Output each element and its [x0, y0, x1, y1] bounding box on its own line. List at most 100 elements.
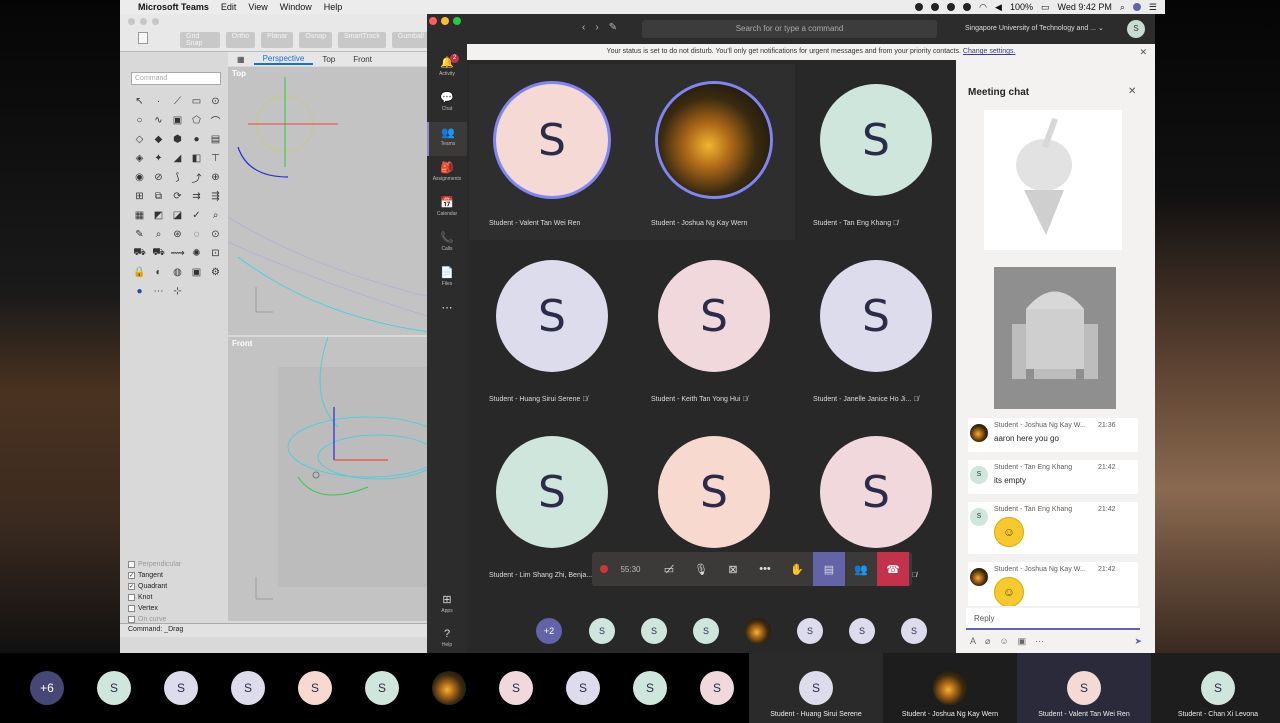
lock-tool-icon[interactable]: 🔒 [130, 263, 149, 282]
mesh-tool-icon[interactable]: ◈ [130, 149, 149, 168]
move-tool-icon[interactable]: ⇶ [206, 187, 225, 206]
strip-avatar[interactable]: S [97, 671, 131, 705]
options-tool-icon[interactable]: ⋯ [149, 282, 168, 301]
show-chat-icon[interactable]: ▤ [813, 552, 845, 586]
format-icon[interactable]: A [970, 636, 976, 647]
strip-avatar[interactable]: S [700, 671, 734, 705]
cylinder-tool-icon[interactable]: ▤ [206, 130, 225, 149]
more-participants-badge[interactable]: +2 [536, 617, 562, 644]
select-tool-icon[interactable]: ↖ [130, 92, 149, 111]
strip-avatar[interactable]: S [499, 671, 533, 705]
mode-planar[interactable]: Planar [261, 32, 294, 48]
strip-participant-tile[interactable]: S Student - Chan Xi Levona [1151, 653, 1280, 723]
fillet-tool-icon[interactable]: ⌒ [206, 111, 225, 130]
osnap-perpendicular[interactable]: Perpendicular [128, 559, 228, 570]
participant-tile[interactable]: S Student - Janelle Janice Ho Ji... 🎙̸ [793, 240, 957, 416]
strip-avatar[interactable] [432, 671, 466, 705]
participant-tile[interactable]: S Student - Valent Tan Wei Ren [469, 64, 633, 240]
checkbox[interactable]: ✓ [128, 583, 135, 590]
mode-ortho[interactable]: Ortho [225, 32, 256, 48]
viewport-top[interactable]: Top [228, 67, 430, 335]
osnap-knot[interactable]: Knot [128, 592, 228, 603]
dim-tool-icon[interactable]: ◉ [130, 168, 149, 187]
wifi-icon[interactable]: ◠ [979, 2, 987, 13]
mode-gumball[interactable]: Gumball [391, 32, 430, 48]
rail-assignments[interactable]: 🎒 Assignments [427, 157, 467, 191]
rail-bell[interactable]: 🔔 Activity 2 [427, 52, 467, 86]
overflow-avatar[interactable]: S [901, 617, 927, 644]
split-tool-icon[interactable]: ⊘ [149, 168, 168, 187]
strip-avatar[interactable]: S [231, 671, 265, 705]
osnap-vertex[interactable]: Vertex [128, 603, 228, 614]
more-actions-icon[interactable]: ••• [749, 552, 781, 586]
chat-message[interactable]: Student - Joshua Ng Kay W... 21:42 ☺ [968, 562, 1138, 606]
siri-icon[interactable] [1132, 3, 1141, 11]
spotlight-icon[interactable]: ⌕ [1120, 2, 1125, 13]
strip-avatar[interactable]: S [633, 671, 667, 705]
rhino-zoom-dot[interactable] [152, 18, 159, 25]
raise-hand-icon[interactable]: ✋ [781, 552, 813, 586]
light-tool-icon[interactable]: ✺ [187, 244, 206, 263]
menu-window[interactable]: Window [280, 2, 312, 12]
more-options-icon[interactable]: ⋯ [1035, 636, 1044, 647]
shared-image-robot[interactable] [984, 264, 1122, 410]
shell-tool-icon[interactable]: ◧ [187, 149, 206, 168]
lens-tool-icon[interactable]: ⊙ [206, 225, 225, 244]
material-tool-icon[interactable]: ◐ [149, 263, 168, 282]
circle-tool-icon[interactable]: ○ [130, 111, 149, 130]
user-avatar[interactable]: S [1127, 20, 1145, 38]
trim-tool-icon[interactable]: ⟆ [168, 168, 187, 187]
forward-arrow-icon[interactable]: › [595, 22, 598, 33]
teams-zoom-dot[interactable] [453, 17, 461, 25]
microphone-icon[interactable]: 🎙 [685, 552, 717, 586]
zoom-tool-icon[interactable]: ⊙ [206, 92, 225, 111]
menu-help[interactable]: Help [324, 2, 343, 12]
battery-icon[interactable]: ▭ [1041, 2, 1050, 13]
camera-off-icon[interactable]: ▭̸ [653, 552, 685, 586]
search-input[interactable]: Search for or type a command [642, 20, 937, 38]
rail-teams[interactable]: 👥 Teams [427, 122, 467, 156]
compose-icon[interactable]: ✎ [609, 22, 617, 33]
car-tool-icon[interactable]: ⛟ [130, 244, 149, 263]
checkbox[interactable] [128, 616, 135, 623]
shared-image-icecream[interactable] [984, 110, 1122, 250]
teams-minimize-dot[interactable] [441, 17, 449, 25]
send-icon[interactable]: ➤ [1134, 636, 1142, 647]
settings-tool-icon[interactable]: ⚙ [206, 263, 225, 282]
fillet-edge-tool-icon[interactable]: ◢ [168, 149, 187, 168]
search-tool-icon[interactable]: ⌕ [206, 206, 225, 225]
chat-message[interactable]: S Student - Tan Eng Khang 21:42 its empty [968, 460, 1138, 494]
menubar-app-name[interactable]: Microsoft Teams [138, 2, 209, 12]
layer-tool-icon[interactable]: ◩ [149, 206, 168, 225]
emoji-icon[interactable]: ☺ [999, 636, 1008, 647]
attach-icon[interactable]: ⌀ [985, 636, 990, 647]
status-icon[interactable] [963, 3, 972, 11]
tab-perspective[interactable]: Perspective [253, 54, 314, 65]
status-icon[interactable] [915, 3, 924, 11]
rail-calendar[interactable]: 📅 Calendar [427, 192, 467, 226]
viewport-front[interactable]: Front [228, 337, 430, 621]
checkbox[interactable] [128, 605, 135, 612]
tab-top[interactable]: Top [313, 55, 344, 64]
group-tool-icon[interactable]: ⧉ [149, 187, 168, 206]
overflow-avatar[interactable]: S [849, 617, 875, 644]
explode-tool-icon[interactable]: ⊕ [206, 168, 225, 187]
cap-tool-icon[interactable]: ⊤ [206, 149, 225, 168]
strip-avatar[interactable]: S [566, 671, 600, 705]
participant-tile[interactable]: S Student - Tan Eng Khang 🎙̸ [793, 64, 957, 240]
checkbox[interactable] [128, 561, 135, 568]
giphy-icon[interactable]: ▣ [1018, 636, 1027, 647]
strip-avatar[interactable]: S [298, 671, 332, 705]
participant-tile[interactable]: S Student - Keith Tan Yong Hui 🎙̸ [631, 240, 795, 416]
strip-participant-tile[interactable]: Student - Joshua Ng Kay Wern [883, 653, 1017, 723]
rail-files[interactable]: 📄 Files [427, 262, 467, 296]
sidebar-toggle-icon[interactable] [138, 32, 148, 44]
solid-tool-icon[interactable]: ⬢ [168, 130, 187, 149]
globe-tool-icon[interactable]: ● [130, 282, 149, 301]
strip-more-badge[interactable]: +6 [30, 671, 64, 705]
ribbon-tool-icon[interactable]: ⟿ [168, 244, 187, 263]
check-tool-icon[interactable]: ✓ [187, 206, 206, 225]
checkbox[interactable] [128, 594, 135, 601]
strip-avatar[interactable]: S [365, 671, 399, 705]
teams-close-dot[interactable] [429, 17, 437, 25]
